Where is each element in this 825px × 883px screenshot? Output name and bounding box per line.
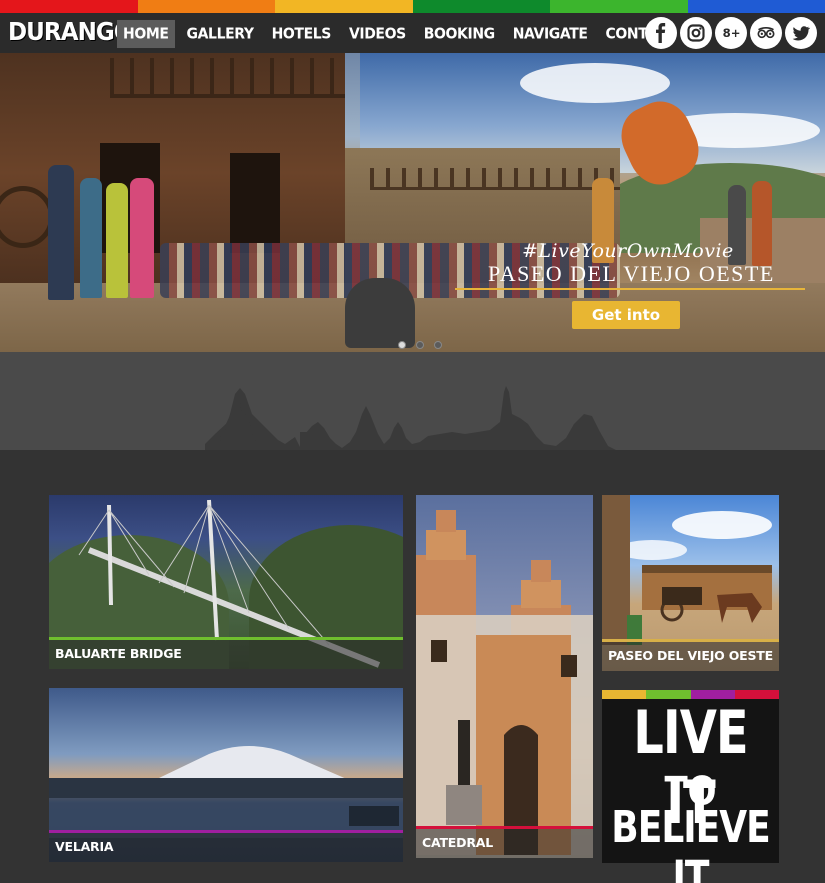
tile-label: CATEDRAL xyxy=(422,835,493,850)
caption-bar-red xyxy=(416,826,593,829)
hero-slider: #LiveYourOwnMovie PASEO DEL VIEJO OESTE … xyxy=(0,53,825,352)
hero-person xyxy=(80,178,102,298)
slider-dot[interactable] xyxy=(434,341,442,349)
stripe-segment-blue xyxy=(687,0,825,13)
stripe-segment-yellow xyxy=(275,0,413,13)
instagram-icon[interactable] xyxy=(680,17,712,49)
catedral-illustration xyxy=(416,510,593,858)
hero-title: PASEO DEL VIEJO OESTE xyxy=(488,261,775,286)
color-stripe xyxy=(0,0,825,13)
hero-divider xyxy=(455,288,805,290)
facebook-icon[interactable] xyxy=(645,17,677,49)
tile-caption: CATEDRAL xyxy=(416,826,593,858)
hero-railing xyxy=(370,168,620,190)
nav-home[interactable]: HOME xyxy=(117,19,175,49)
slider-dot[interactable] xyxy=(398,341,406,349)
tile-caption: BALUARTE BRIDGE xyxy=(49,637,403,669)
live-line-3: BELIEVE IT xyxy=(611,803,770,883)
live-it-banner: LIVE IT TO BELIEVE IT xyxy=(602,690,779,883)
city-skyline-silhouette xyxy=(0,386,825,455)
caption-bar-gold xyxy=(602,639,779,642)
hero-actor-kneeling xyxy=(345,278,415,348)
caption-bar-green xyxy=(49,637,403,640)
page: DURANGO HOME GALLERY HOTELS VIDEOS BOOKI… xyxy=(0,0,825,883)
hero-tagline: #LiveYourOwnMovie xyxy=(522,240,734,262)
tile-baluarte-bridge[interactable]: BALUARTE BRIDGE xyxy=(49,495,403,669)
stripe-segment-green xyxy=(550,0,688,13)
tile-label: VELARIA xyxy=(55,839,114,854)
stripe-segment-red xyxy=(0,0,138,13)
hero-balcony xyxy=(110,58,345,98)
hero-person xyxy=(106,183,128,298)
top-navbar: DURANGO HOME GALLERY HOTELS VIDEOS BOOKI… xyxy=(0,13,825,53)
twitter-icon[interactable] xyxy=(785,17,817,49)
svg-text:8+: 8+ xyxy=(723,26,741,40)
nav-booking[interactable]: BOOKING xyxy=(418,20,501,48)
site-logo[interactable]: DURANGO xyxy=(8,17,133,46)
get-into-button[interactable]: Get into xyxy=(572,301,680,329)
nav-gallery[interactable]: GALLERY xyxy=(181,20,260,48)
tile-caption: VELARIA xyxy=(49,830,403,862)
tile-catedral[interactable]: CATEDRAL xyxy=(416,495,593,858)
nav-navigate[interactable]: NAVIGATE xyxy=(507,20,594,48)
hero-person xyxy=(48,165,74,300)
hero-person xyxy=(130,178,154,298)
main-nav: HOME GALLERY HOTELS VIDEOS BOOKING NAVIG… xyxy=(117,19,688,49)
hero-cloud xyxy=(520,63,670,103)
nav-hotels[interactable]: HOTELS xyxy=(266,20,337,48)
google-plus-icon[interactable]: 8+ xyxy=(715,17,747,49)
hero-actor xyxy=(752,181,772,266)
social-links: 8+ xyxy=(645,17,817,49)
slider-dot[interactable] xyxy=(416,341,424,349)
tile-label: BALUARTE BRIDGE xyxy=(55,646,182,661)
tile-label: PASEO DEL VIEJO OESTE xyxy=(608,648,773,663)
stripe-segment-dark-green xyxy=(412,0,550,13)
hero-door xyxy=(230,153,280,253)
stripe-segment-orange xyxy=(137,0,275,13)
caption-bar-purple xyxy=(49,830,403,833)
skyline-band xyxy=(0,352,825,455)
tripadvisor-icon[interactable] xyxy=(750,17,782,49)
slider-dots xyxy=(398,341,442,349)
nav-videos[interactable]: VIDEOS xyxy=(343,20,412,48)
tile-paseo-del-viejo-oeste[interactable]: PASEO DEL VIEJO OESTE xyxy=(602,495,779,671)
tile-velaria[interactable]: VELARIA xyxy=(49,688,403,862)
tile-caption: PASEO DEL VIEJO OESTE xyxy=(602,639,779,671)
